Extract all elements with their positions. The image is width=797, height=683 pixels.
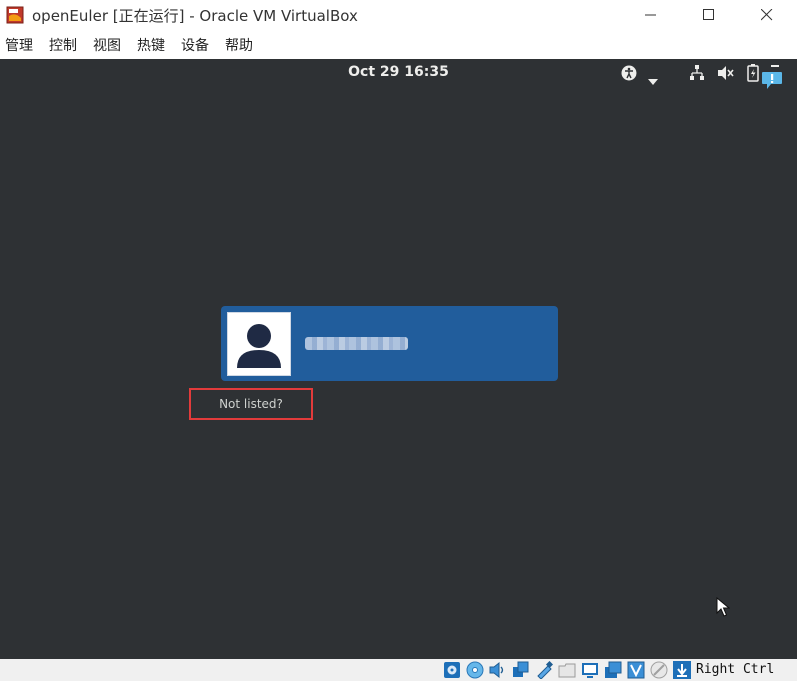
window-titlebar: openEuler [正在运行] - Oracle VM VirtualBox	[0, 0, 797, 30]
menu-item-help[interactable]: 帮助	[219, 34, 259, 58]
user-list-item[interactable]	[221, 306, 558, 381]
host-key-arrow-icon[interactable]	[673, 661, 691, 679]
volume-muted-icon[interactable]	[717, 65, 735, 85]
not-listed-highlight: Not listed?	[189, 388, 313, 420]
gnome-top-bar: Oct 29 16:35	[0, 59, 797, 89]
menu-item-manage[interactable]: 管理	[0, 34, 39, 58]
close-button[interactable]	[744, 0, 790, 30]
vm-status-bar: Right Ctrl	[0, 659, 797, 681]
video-capture-icon[interactable]	[604, 661, 622, 679]
maximize-button[interactable]	[686, 0, 732, 30]
accessibility-icon[interactable]	[621, 65, 637, 85]
not-listed-button[interactable]: Not listed?	[191, 397, 311, 411]
menu-bar: 管理 控制 视图 热键 设备 帮助	[0, 34, 797, 58]
clock[interactable]: Oct 29 16:35	[0, 64, 797, 80]
username-blurred	[305, 337, 408, 350]
virtualbox-app-icon	[6, 6, 24, 24]
menu-item-hotkeys[interactable]: 热键	[131, 34, 171, 58]
menu-item-view[interactable]: 视图	[87, 34, 127, 58]
minimize-button[interactable]	[628, 0, 674, 30]
mouse-cursor-icon	[716, 596, 731, 621]
optical-drive-icon[interactable]	[466, 661, 484, 679]
shared-folders-icon[interactable]	[558, 661, 576, 679]
audio-icon[interactable]	[489, 661, 507, 679]
window-title: openEuler [正在运行] - Oracle VM VirtualBox	[32, 7, 358, 25]
network-adapter-icon[interactable]	[512, 661, 530, 679]
menu-item-control[interactable]: 控制	[43, 34, 83, 58]
network-icon[interactable]	[689, 65, 705, 85]
host-key-label: Right Ctrl	[696, 662, 775, 677]
chevron-down-icon[interactable]	[648, 70, 658, 89]
notification-icon[interactable]	[761, 65, 783, 95]
battery-icon[interactable]	[747, 64, 759, 86]
mouse-integration-icon[interactable]	[650, 661, 668, 679]
user-avatar-icon	[227, 312, 291, 376]
virtualization-icon[interactable]	[627, 661, 645, 679]
display-icon[interactable]	[581, 661, 599, 679]
usb-icon[interactable]	[535, 660, 554, 680]
hard-disk-icon[interactable]	[443, 661, 461, 679]
vm-display[interactable]: Oct 29 16:35 Not listed?	[0, 59, 797, 659]
menu-item-devices[interactable]: 设备	[175, 34, 215, 58]
